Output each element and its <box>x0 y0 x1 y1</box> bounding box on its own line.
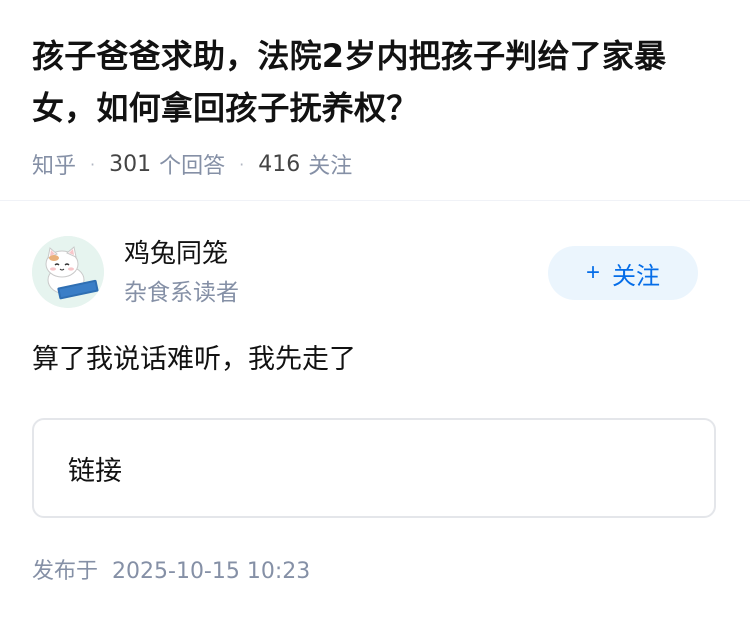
published-date: 2025-10-15 10:23 <box>112 559 311 584</box>
question-meta: 知乎 · 301 个回答 · 416 关注 <box>32 144 722 184</box>
plus-icon: + <box>585 259 600 286</box>
source-label[interactable]: 知乎 <box>32 148 76 180</box>
link-card-label: 链接 <box>68 455 122 487</box>
avatar[interactable] <box>32 236 104 308</box>
author-name[interactable]: 鸡兔同笼 <box>124 236 228 272</box>
separator-dot: · <box>239 154 245 174</box>
question-title[interactable]: 孩子爸爸求助，法院2岁内把孩子判给了家暴女，如何拿回孩子抚养权？ <box>32 30 722 134</box>
author-row: 鸡兔同笼 杂食系读者 + 关注 <box>32 236 718 310</box>
follow-button-label: 关注 <box>612 262 660 290</box>
follower-count-label: 关注 <box>308 154 353 179</box>
author-description: 杂食系读者 <box>124 280 239 306</box>
follow-button[interactable]: + 关注 <box>548 246 698 300</box>
question-header: 孩子爸爸求助，法院2岁内把孩子判给了家暴女，如何拿回孩子抚养权？ 知乎 · 30… <box>32 30 722 184</box>
answer-count: 301 <box>109 151 152 177</box>
answer-content: 算了我说话难听，我先走了 <box>32 344 356 375</box>
divider <box>0 200 750 201</box>
answer-count-label: 个回答 <box>159 154 226 179</box>
link-card[interactable]: 链接 <box>32 418 716 518</box>
published-time: 发布于 2025-10-15 10:23 <box>32 556 310 588</box>
published-label: 发布于 <box>32 559 99 584</box>
follower-count: 416 <box>258 151 301 177</box>
cat-avatar-icon <box>32 236 104 308</box>
separator-dot: · <box>90 154 96 174</box>
